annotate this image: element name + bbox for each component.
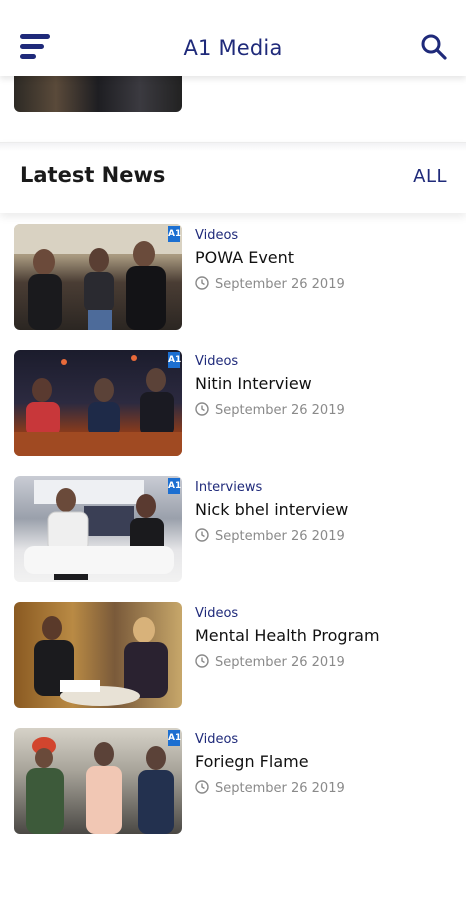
a1-logo-badge: A1 [168,226,181,242]
news-thumbnail[interactable]: A1 [14,224,182,330]
news-date: September 26 2019 [215,655,345,670]
news-category: Videos [195,228,239,243]
news-thumbnail[interactable]: A1 [14,476,182,582]
previous-item-thumbnail[interactable] [14,76,182,112]
clock-icon [195,528,209,542]
a1-logo-badge: A1 [168,478,181,494]
news-thumbnail[interactable]: A1 [14,728,182,834]
news-date-row: September 26 2019 [195,402,345,418]
news-title[interactable]: Mental Health Program [195,626,380,645]
news-date: September 26 2019 [215,277,345,292]
news-item[interactable]: A1 Videos POWA Event September 26 2019 [0,224,466,332]
news-thumbnail[interactable]: A1 [14,350,182,456]
news-category: Videos [195,606,239,621]
news-date-row: September 26 2019 [195,654,345,670]
clock-icon [195,780,209,794]
news-thumbnail[interactable] [14,602,182,708]
section-title: Latest News [20,163,166,187]
news-category: Videos [195,732,239,747]
news-title[interactable]: Foriegn Flame [195,752,309,771]
news-item[interactable]: A1 Videos Nitin Interview September 26 2… [0,350,466,458]
news-date: September 26 2019 [215,403,345,418]
news-date-row: September 26 2019 [195,276,345,292]
clock-icon [195,402,209,416]
news-title[interactable]: Nick bhel interview [195,500,348,519]
app-bar: A1 Media [0,0,466,76]
news-item[interactable]: A1 Interviews Nick bhel interview Septem… [0,476,466,584]
a1-logo-badge: A1 [168,352,181,368]
news-category: Videos [195,354,239,369]
news-date-row: September 26 2019 [195,780,345,796]
clock-icon [195,654,209,668]
view-all-link[interactable]: ALL [413,166,447,187]
news-title[interactable]: POWA Event [195,248,294,267]
news-date: September 26 2019 [215,529,345,544]
search-icon[interactable] [420,33,448,61]
a1-logo-badge: A1 [168,730,181,746]
news-item[interactable]: A1 Videos Foriegn Flame September 26 201… [0,728,466,836]
news-title[interactable]: Nitin Interview [195,374,312,393]
news-date: September 26 2019 [215,781,345,796]
news-date-row: September 26 2019 [195,528,345,544]
news-item[interactable]: Videos Mental Health Program September 2… [0,602,466,710]
news-category: Interviews [195,480,263,495]
app-title: A1 Media [183,36,283,60]
clock-icon [195,276,209,290]
